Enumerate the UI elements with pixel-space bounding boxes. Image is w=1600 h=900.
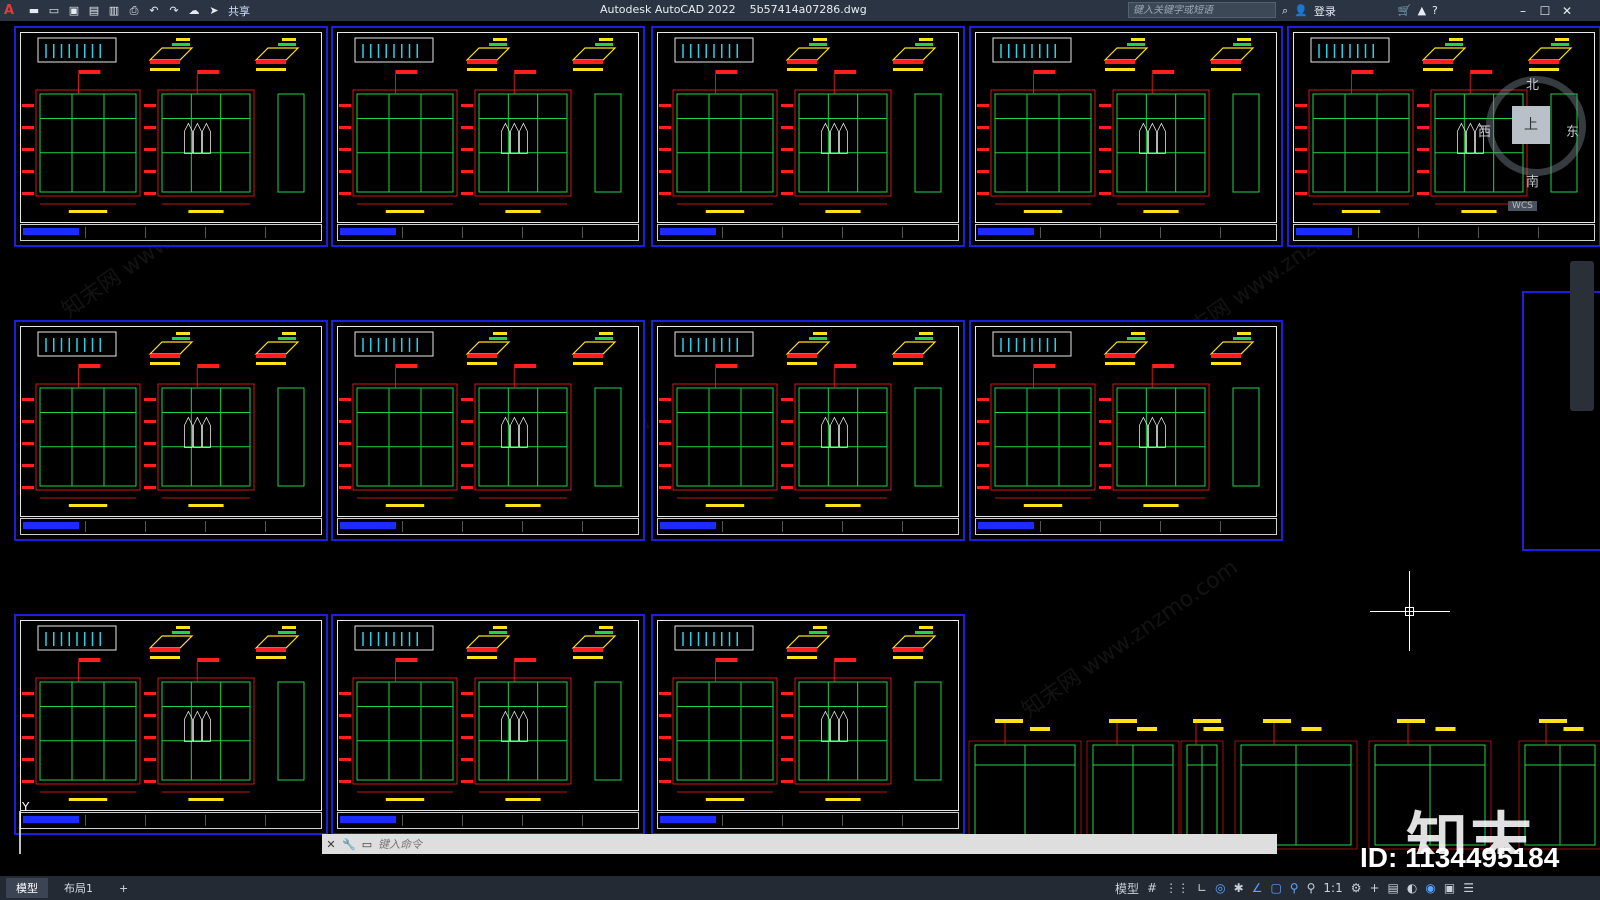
drawing-canvas[interactable]: 知末网 www.znzmo.com 知末网 www.znzmo.com 知末网 … xyxy=(0,21,1600,854)
plot-icon[interactable]: ⎙ xyxy=(126,4,142,18)
undo-icon[interactable]: ↶ xyxy=(146,4,162,18)
isolate-icon[interactable]: ◐ xyxy=(1407,881,1417,895)
command-customize-icon[interactable]: 🔧 xyxy=(340,838,358,851)
drawing-sheet[interactable] xyxy=(331,26,645,247)
ucs-y-label: Y xyxy=(21,801,30,814)
drawing-sheet[interactable] xyxy=(331,320,645,541)
status-tools: 模型 # ⋮⋮ ∟ ◎ ✱ ∠ ▢ ⚲ ⚲ 1:1 ⚙ + ▤ ◐ ◉ ▣ ☰ xyxy=(1115,876,1474,900)
tab-model[interactable]: 模型 xyxy=(6,878,48,898)
compass-north[interactable]: 北 xyxy=(1526,74,1539,93)
saveas-icon[interactable]: ▤ xyxy=(86,4,102,18)
cabinet-elevation-drawing xyxy=(22,625,305,801)
window-title: Autodesk AutoCAD 2022 5b57414a07286.dwg xyxy=(600,3,867,16)
command-recent-icon[interactable]: ▭ xyxy=(358,838,376,851)
quick-access-toolbar: ▬ ▭ ▣ ▤ ▥ ⎙ ↶ ↷ ☁ ➤ 共享 xyxy=(24,0,250,21)
command-line: ✕ 🔧 ▭ xyxy=(322,834,1277,854)
crosshair-pickbox xyxy=(1405,607,1414,616)
watermark-text: 知末网 www.znzmo.com xyxy=(1017,554,1243,724)
anno-visibility-icon[interactable]: ⚲ xyxy=(1307,881,1316,895)
maximize-icon[interactable]: ☐ xyxy=(1534,4,1556,18)
units-icon[interactable]: ▤ xyxy=(1388,881,1399,895)
redo-icon[interactable]: ↷ xyxy=(166,4,182,18)
title-bar: A ▬ ▭ ▣ ▤ ▥ ⎙ ↶ ↷ ☁ ➤ 共享 Autodesk AutoCA… xyxy=(0,0,1600,21)
status-bar: 模型 布局1 + 模型 # ⋮⋮ ∟ ◎ ✱ ∠ ▢ ⚲ ⚲ 1:1 ⚙ + ▤… xyxy=(0,876,1600,900)
minimize-icon[interactable]: – xyxy=(1512,4,1534,18)
command-input[interactable] xyxy=(376,836,1200,852)
command-close-icon[interactable]: ✕ xyxy=(322,838,340,851)
tab-layout1[interactable]: 布局1 xyxy=(54,878,103,898)
osnap-icon[interactable]: ✱ xyxy=(1234,881,1244,895)
customize-menu-icon[interactable]: ☰ xyxy=(1463,881,1474,895)
clean-screen-icon[interactable]: ▣ xyxy=(1444,881,1455,895)
wcs-menu[interactable]: WCS xyxy=(1508,201,1537,211)
open-icon[interactable]: ▭ xyxy=(46,4,62,18)
cabinet-elevation-drawing xyxy=(22,37,305,213)
annotation-icon[interactable]: ⚲ xyxy=(1290,881,1299,895)
model-space-toggle[interactable]: 模型 xyxy=(1115,880,1139,897)
drawing-sheet[interactable] xyxy=(969,320,1283,541)
viewcube[interactable]: 上 北 南 东 西 WCS xyxy=(1478,66,1596,236)
navigation-bar[interactable] xyxy=(1570,261,1594,411)
new-icon[interactable]: ▬ xyxy=(26,4,42,18)
compass-east[interactable]: 东 xyxy=(1566,121,1579,140)
close-icon[interactable]: ✕ xyxy=(1556,4,1578,18)
drawing-sheet[interactable] xyxy=(14,26,328,247)
annotation-scale[interactable]: 1:1 xyxy=(1323,881,1342,895)
publish-icon[interactable]: ▥ xyxy=(106,4,122,18)
viewcube-top-face[interactable]: 上 xyxy=(1512,106,1550,144)
drawing-sheet[interactable] xyxy=(651,320,965,541)
snap-icon[interactable]: ⋮⋮ xyxy=(1165,881,1189,895)
search-input[interactable]: 键入关键字或短语 xyxy=(1128,2,1276,18)
search-icon[interactable]: ⌕ xyxy=(1282,4,1288,18)
drawing-sheet[interactable] xyxy=(651,614,965,835)
cart-icon[interactable]: 🛒 xyxy=(1398,4,1412,17)
transparency-icon[interactable]: ▢ xyxy=(1270,881,1281,895)
ucs-icon: Y X xyxy=(19,801,84,854)
compass-west[interactable]: 西 xyxy=(1478,121,1491,140)
compass-south[interactable]: 南 xyxy=(1526,171,1539,190)
hardware-icon[interactable]: ◉ xyxy=(1425,881,1435,895)
window-controls: – ☐ ✕ xyxy=(1512,0,1578,21)
file-name: 5b57414a07286.dwg xyxy=(749,3,867,16)
cabinet-elevation-drawing xyxy=(22,331,305,507)
cabinet-elevation-drawing xyxy=(659,37,942,213)
cabinet-elevation-drawing xyxy=(659,331,942,507)
drawing-sheet[interactable] xyxy=(969,26,1283,247)
cabinet-elevation-drawing xyxy=(659,625,942,801)
drawing-sheet[interactable] xyxy=(14,320,328,541)
brand-id-tag: ID: 1134495184 xyxy=(1360,842,1560,873)
share-icon[interactable]: ➤ xyxy=(206,4,222,18)
grid-icon[interactable]: # xyxy=(1147,881,1157,895)
help-icon[interactable]: ? xyxy=(1432,4,1438,17)
share-button[interactable]: 共享 xyxy=(228,3,250,19)
title-right-tools: ⌕ 👤 登录 🛒 ▲ ? xyxy=(1282,0,1438,21)
app-title: Autodesk AutoCAD 2022 xyxy=(600,3,736,16)
autodesk-icon[interactable]: ▲ xyxy=(1418,4,1426,17)
plus-icon[interactable]: + xyxy=(1369,881,1379,895)
save-icon[interactable]: ▣ xyxy=(66,4,82,18)
cloud-icon[interactable]: ☁ xyxy=(186,4,202,18)
ortho-icon[interactable]: ∟ xyxy=(1197,881,1207,895)
cabinet-elevation-drawing xyxy=(977,37,1260,213)
drawing-sheet[interactable] xyxy=(331,614,645,835)
user-icon[interactable]: 👤 xyxy=(1294,4,1308,17)
app-logo-icon[interactable]: A xyxy=(4,3,24,18)
login-button[interactable]: 登录 xyxy=(1314,3,1336,19)
cabinet-elevation-drawing xyxy=(977,331,1260,507)
drawing-sheet[interactable] xyxy=(651,26,965,247)
cabinet-elevation-drawing xyxy=(339,37,622,213)
ucs-x-label: X xyxy=(76,852,84,854)
cabinet-elevation-drawing xyxy=(339,625,622,801)
tab-add-layout[interactable]: + xyxy=(109,880,138,897)
cabinet-elevation-drawing xyxy=(339,331,622,507)
polar-icon[interactable]: ◎ xyxy=(1215,881,1225,895)
lineweight-icon[interactable]: ∠ xyxy=(1252,881,1263,895)
workspace-gear-icon[interactable]: ⚙ xyxy=(1351,881,1362,895)
